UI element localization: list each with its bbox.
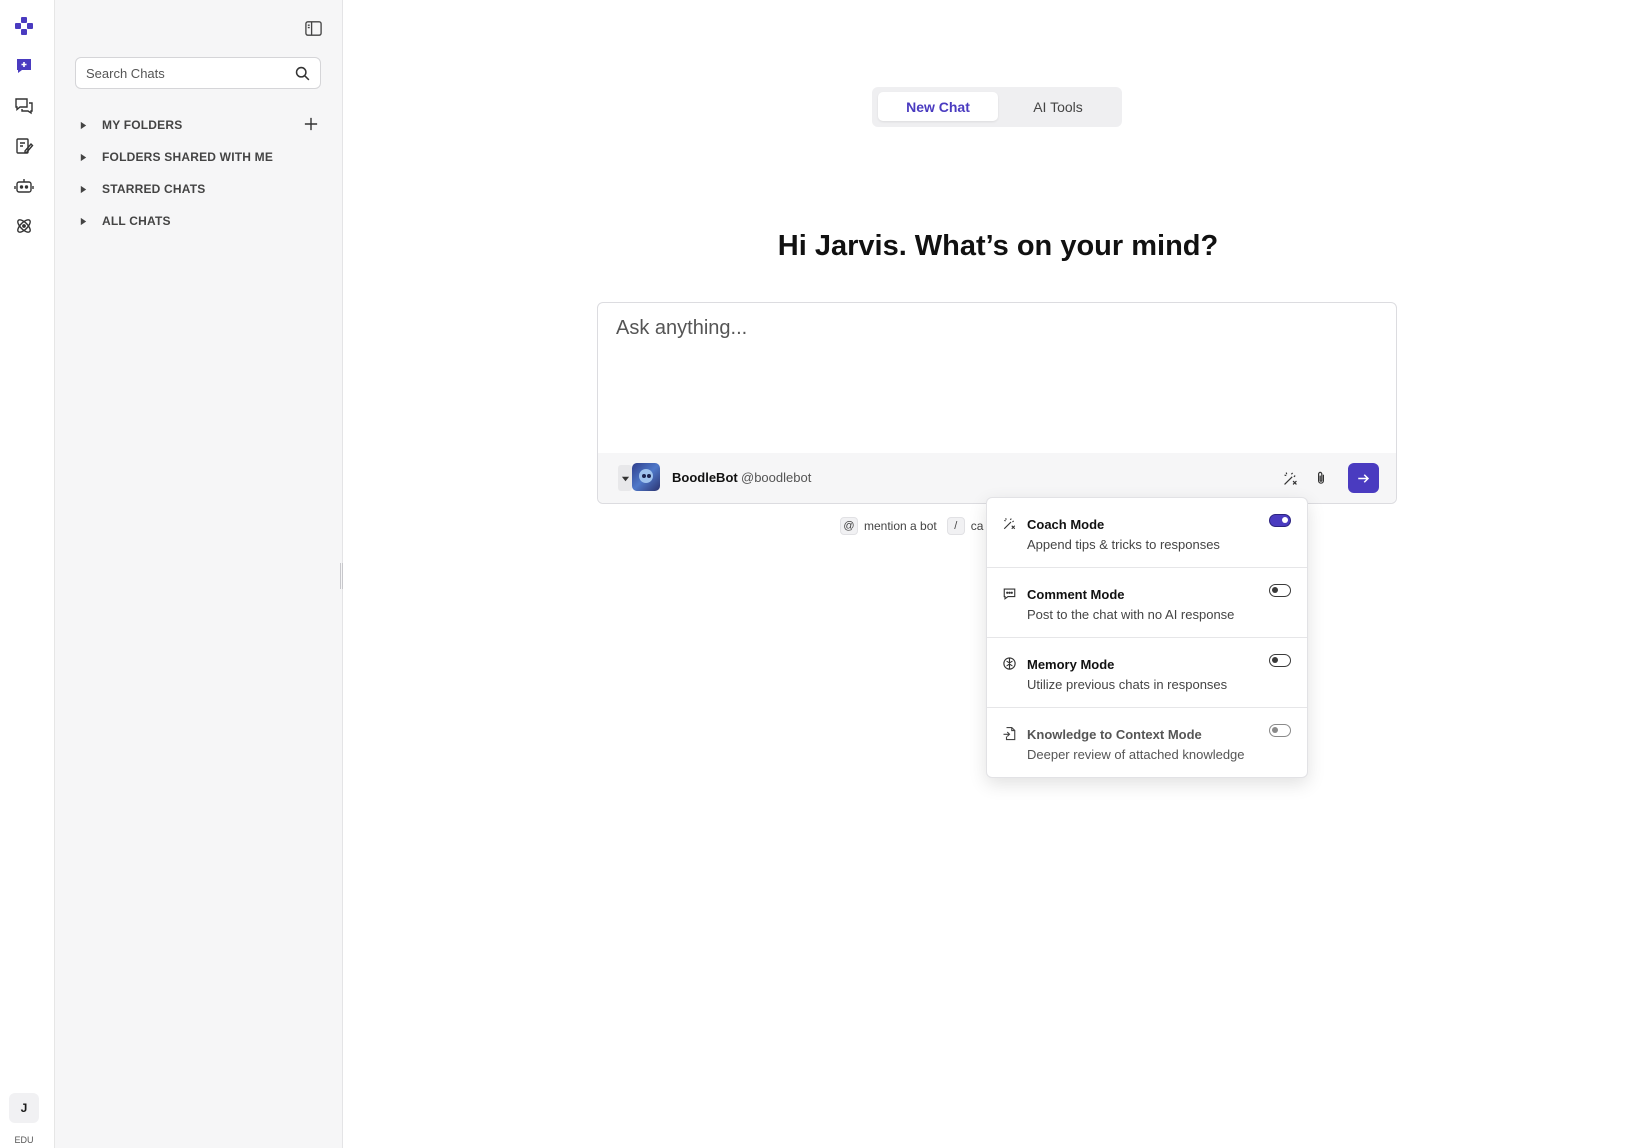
- bot-selector-toggle[interactable]: [618, 465, 632, 491]
- left-rail: J EDU: [0, 0, 55, 1148]
- folder-all-chats[interactable]: ALL CHATS: [79, 211, 171, 231]
- app-root: J EDU MY FOLDERS FOLDERS SHARED WITH ME …: [0, 0, 1643, 1148]
- bot-handle: @boodlebot: [741, 470, 812, 485]
- folder-shared-with-me[interactable]: FOLDERS SHARED WITH ME: [79, 147, 273, 167]
- mode-title: Memory Mode: [1027, 657, 1115, 672]
- modes-menu: Coach Mode Append tips & tricks to respo…: [986, 497, 1308, 778]
- caret-right-icon: [79, 152, 89, 162]
- sidebar-resize-handle[interactable]: [340, 563, 343, 589]
- tab-new-chat[interactable]: New Chat: [878, 92, 998, 121]
- prompts-icon[interactable]: [13, 135, 35, 157]
- search-icon[interactable]: [294, 65, 311, 82]
- folder-label: FOLDERS SHARED WITH ME: [102, 150, 274, 164]
- search-chats-input[interactable]: [86, 58, 286, 88]
- mode-description: Append tips & tricks to responses: [1027, 537, 1220, 552]
- add-folder-icon[interactable]: [302, 115, 320, 133]
- modes-button[interactable]: [1279, 467, 1301, 489]
- send-button[interactable]: [1348, 463, 1379, 493]
- message-input[interactable]: [616, 317, 1376, 437]
- paperclip-icon: [1318, 471, 1324, 484]
- mode-description: Deeper review of attached knowledge: [1027, 747, 1245, 762]
- folder-my-folders[interactable]: MY FOLDERS: [79, 115, 182, 135]
- knowledge-mode-icon: [1001, 725, 1017, 741]
- chat-composer: BoodleBot @boodlebot: [597, 302, 1397, 504]
- search-chats: [75, 57, 321, 89]
- folder-label: ALL CHATS: [102, 214, 171, 228]
- mode-item-knowledge[interactable]: Knowledge to Context Mode Deeper review …: [987, 708, 1307, 777]
- caret-right-icon: [79, 120, 89, 130]
- user-avatar[interactable]: J: [9, 1093, 39, 1123]
- coach-mode-toggle[interactable]: [1269, 514, 1291, 527]
- chats-icon[interactable]: [13, 95, 35, 117]
- bots-icon[interactable]: [13, 175, 35, 197]
- mode-description: Utilize previous chats in responses: [1027, 677, 1228, 692]
- composer-toolbar: BoodleBot @boodlebot: [598, 453, 1396, 503]
- mode-title: Comment Mode: [1027, 587, 1125, 602]
- caret-right-icon: [79, 184, 89, 194]
- memory-mode-icon: [1001, 655, 1017, 671]
- tab-ai-tools[interactable]: AI Tools: [998, 92, 1118, 121]
- bot-avatar[interactable]: [632, 463, 660, 491]
- hint-text: mention a bot: [864, 519, 937, 533]
- mode-item-coach[interactable]: Coach Mode Append tips & tricks to respo…: [987, 498, 1307, 568]
- folder-starred-chats[interactable]: STARRED CHATS: [79, 179, 206, 199]
- knowledge-mode-toggle[interactable]: [1269, 724, 1291, 737]
- arrow-right-icon: [1358, 473, 1370, 483]
- magic-wand-icon: [1283, 471, 1297, 485]
- hint-key: @: [840, 517, 858, 535]
- chat-sidebar: MY FOLDERS FOLDERS SHARED WITH ME STARRE…: [55, 0, 343, 1148]
- attach-button[interactable]: [1310, 467, 1332, 489]
- caret-right-icon: [79, 216, 89, 226]
- plan-label: EDU: [14, 1135, 34, 1145]
- mode-description: Post to the chat with no AI response: [1027, 607, 1235, 622]
- greeting-heading: Hi Jarvis. What’s on your mind?: [777, 230, 1219, 262]
- hint-key: /: [946, 517, 965, 535]
- comment-mode-toggle[interactable]: [1269, 584, 1291, 597]
- hint-text: ca: [970, 519, 984, 533]
- collapse-sidebar-icon[interactable]: [301, 16, 325, 40]
- shortcut-hints: @ mention a bot / ca: [840, 515, 993, 537]
- logo-icon[interactable]: [13, 15, 35, 37]
- mode-item-memory[interactable]: Memory Mode Utilize previous chats in re…: [987, 638, 1307, 708]
- memory-mode-toggle[interactable]: [1269, 654, 1291, 667]
- comment-mode-icon: [1001, 585, 1017, 601]
- coach-mode-icon: [1001, 515, 1017, 531]
- integrations-icon[interactable]: [13, 215, 35, 237]
- mode-title: Knowledge to Context Mode: [1027, 727, 1202, 742]
- folder-label: STARRED CHATS: [102, 182, 206, 196]
- folder-label: MY FOLDERS: [102, 118, 183, 132]
- caret-down-icon: [621, 476, 629, 481]
- bot-name[interactable]: BoodleBot: [672, 470, 738, 485]
- mode-title: Coach Mode: [1027, 517, 1105, 532]
- mode-tabs: New Chat AI Tools: [872, 87, 1122, 127]
- new-chat-icon[interactable]: [13, 55, 35, 77]
- mode-item-comment[interactable]: Comment Mode Post to the chat with no AI…: [987, 568, 1307, 638]
